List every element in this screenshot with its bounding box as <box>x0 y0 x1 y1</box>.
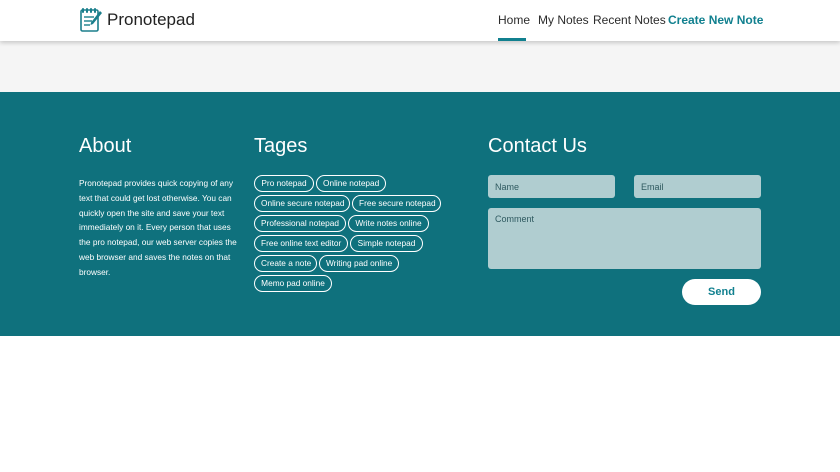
comment-textarea[interactable] <box>488 208 761 269</box>
content-area <box>0 41 840 92</box>
tag-online-notepad[interactable]: Online notepad <box>316 175 386 192</box>
email-input[interactable] <box>634 175 761 198</box>
tags-heading: Tages <box>254 135 308 157</box>
tag-create-a-note[interactable]: Create a note <box>254 255 317 272</box>
tag-write-notes-online[interactable]: Write notes online <box>348 215 429 232</box>
tag-simple-notepad[interactable]: Simple notepad <box>350 235 423 252</box>
about-text: Pronotepad provides quick copying of any… <box>79 178 237 277</box>
nav-recent-notes-link[interactable]: Recent Notes <box>593 12 666 28</box>
tag-free-secure-notepad[interactable]: Free secure notepad <box>352 195 441 212</box>
tag-writing-pad-online[interactable]: Writing pad online <box>319 255 399 272</box>
tag-online-secure-notepad[interactable]: Online secure notepad <box>254 195 350 212</box>
name-input[interactable] <box>488 175 615 198</box>
footer: About Pronotepad provides quick copying … <box>0 92 840 336</box>
nav-create-new-note-link[interactable]: Create New Note <box>668 12 763 28</box>
send-button[interactable]: Send <box>682 279 761 305</box>
about-heading: About <box>79 135 132 157</box>
top-navbar: Pronotepad Home My Notes Recent Notes Cr… <box>0 0 840 41</box>
nav-my-notes-link[interactable]: My Notes <box>538 12 589 28</box>
tag-professional-notepad[interactable]: Professional notepad <box>254 215 346 232</box>
active-nav-indicator <box>498 38 526 41</box>
nav-home-link[interactable]: Home <box>498 12 530 28</box>
tag-free-online-text-editor[interactable]: Free online text editor <box>254 235 348 252</box>
tag-pro-notepad[interactable]: Pro notepad <box>254 175 314 192</box>
contact-heading: Contact Us <box>488 135 587 157</box>
main-nav: Home My Notes Recent Notes Create New No… <box>0 0 840 41</box>
tag-memo-pad-online[interactable]: Memo pad online <box>254 275 332 292</box>
